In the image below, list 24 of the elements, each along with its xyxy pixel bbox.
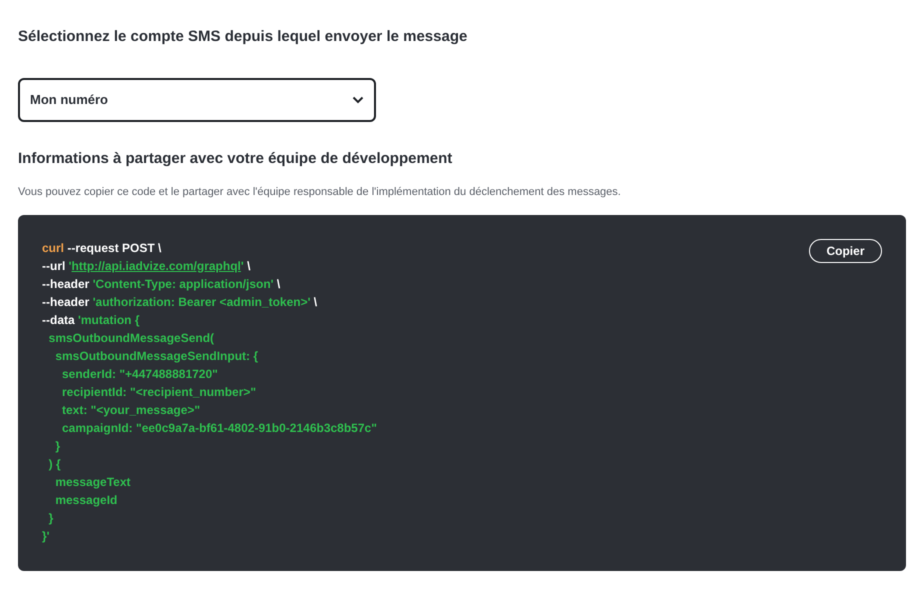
code-line: campaignId: "ee0c9a7a-bf61-4802-91b0-2146b3c8b57c" — [61, 420, 377, 436]
code-line: messageText — [54, 474, 130, 490]
code-line: }' — [42, 528, 50, 544]
copy-button[interactable]: Copier — [809, 238, 882, 262]
section-heading: Informations à partager avec votre équipe de développement — [18, 149, 454, 169]
code-line: messageId — [54, 492, 118, 508]
select-value: Mon numéro — [30, 91, 108, 110]
code-line: smsOutboundMessageSendInput: { — [54, 348, 258, 364]
code-line: text: "<your_message>" — [61, 402, 200, 418]
code-line: --url 'http://api.iadvize.com/graphql' \ — [42, 258, 250, 274]
code-line: recipientId: "<recipient_number>" — [61, 384, 256, 400]
chevron-down-icon — [352, 96, 364, 104]
code-line: } — [48, 510, 54, 526]
code-line: ) { — [48, 456, 61, 472]
code-line: } — [54, 438, 60, 454]
code-line: curl --request POST \ — [42, 240, 162, 256]
code-line: --header 'Content-Type: application/json' \ — [42, 276, 280, 292]
code-line: --header 'authorization: Bearer <admin_token>' \ — [42, 294, 318, 310]
section-heading: Sélectionnez le compte SMS depuis lequel envoyer le message — [18, 27, 468, 47]
account-select[interactable]: Mon numéro — [18, 78, 376, 122]
code-line: --data 'mutation { — [42, 312, 140, 328]
code-line: smsOutboundMessageSend( — [48, 330, 214, 346]
description-text: Vous pouvez copier ce code et le partager avec l'équipe responsable de l'implémentation du déclenchement des messages. — [18, 185, 622, 200]
code-line: senderId: "+447488881720" — [61, 366, 218, 382]
